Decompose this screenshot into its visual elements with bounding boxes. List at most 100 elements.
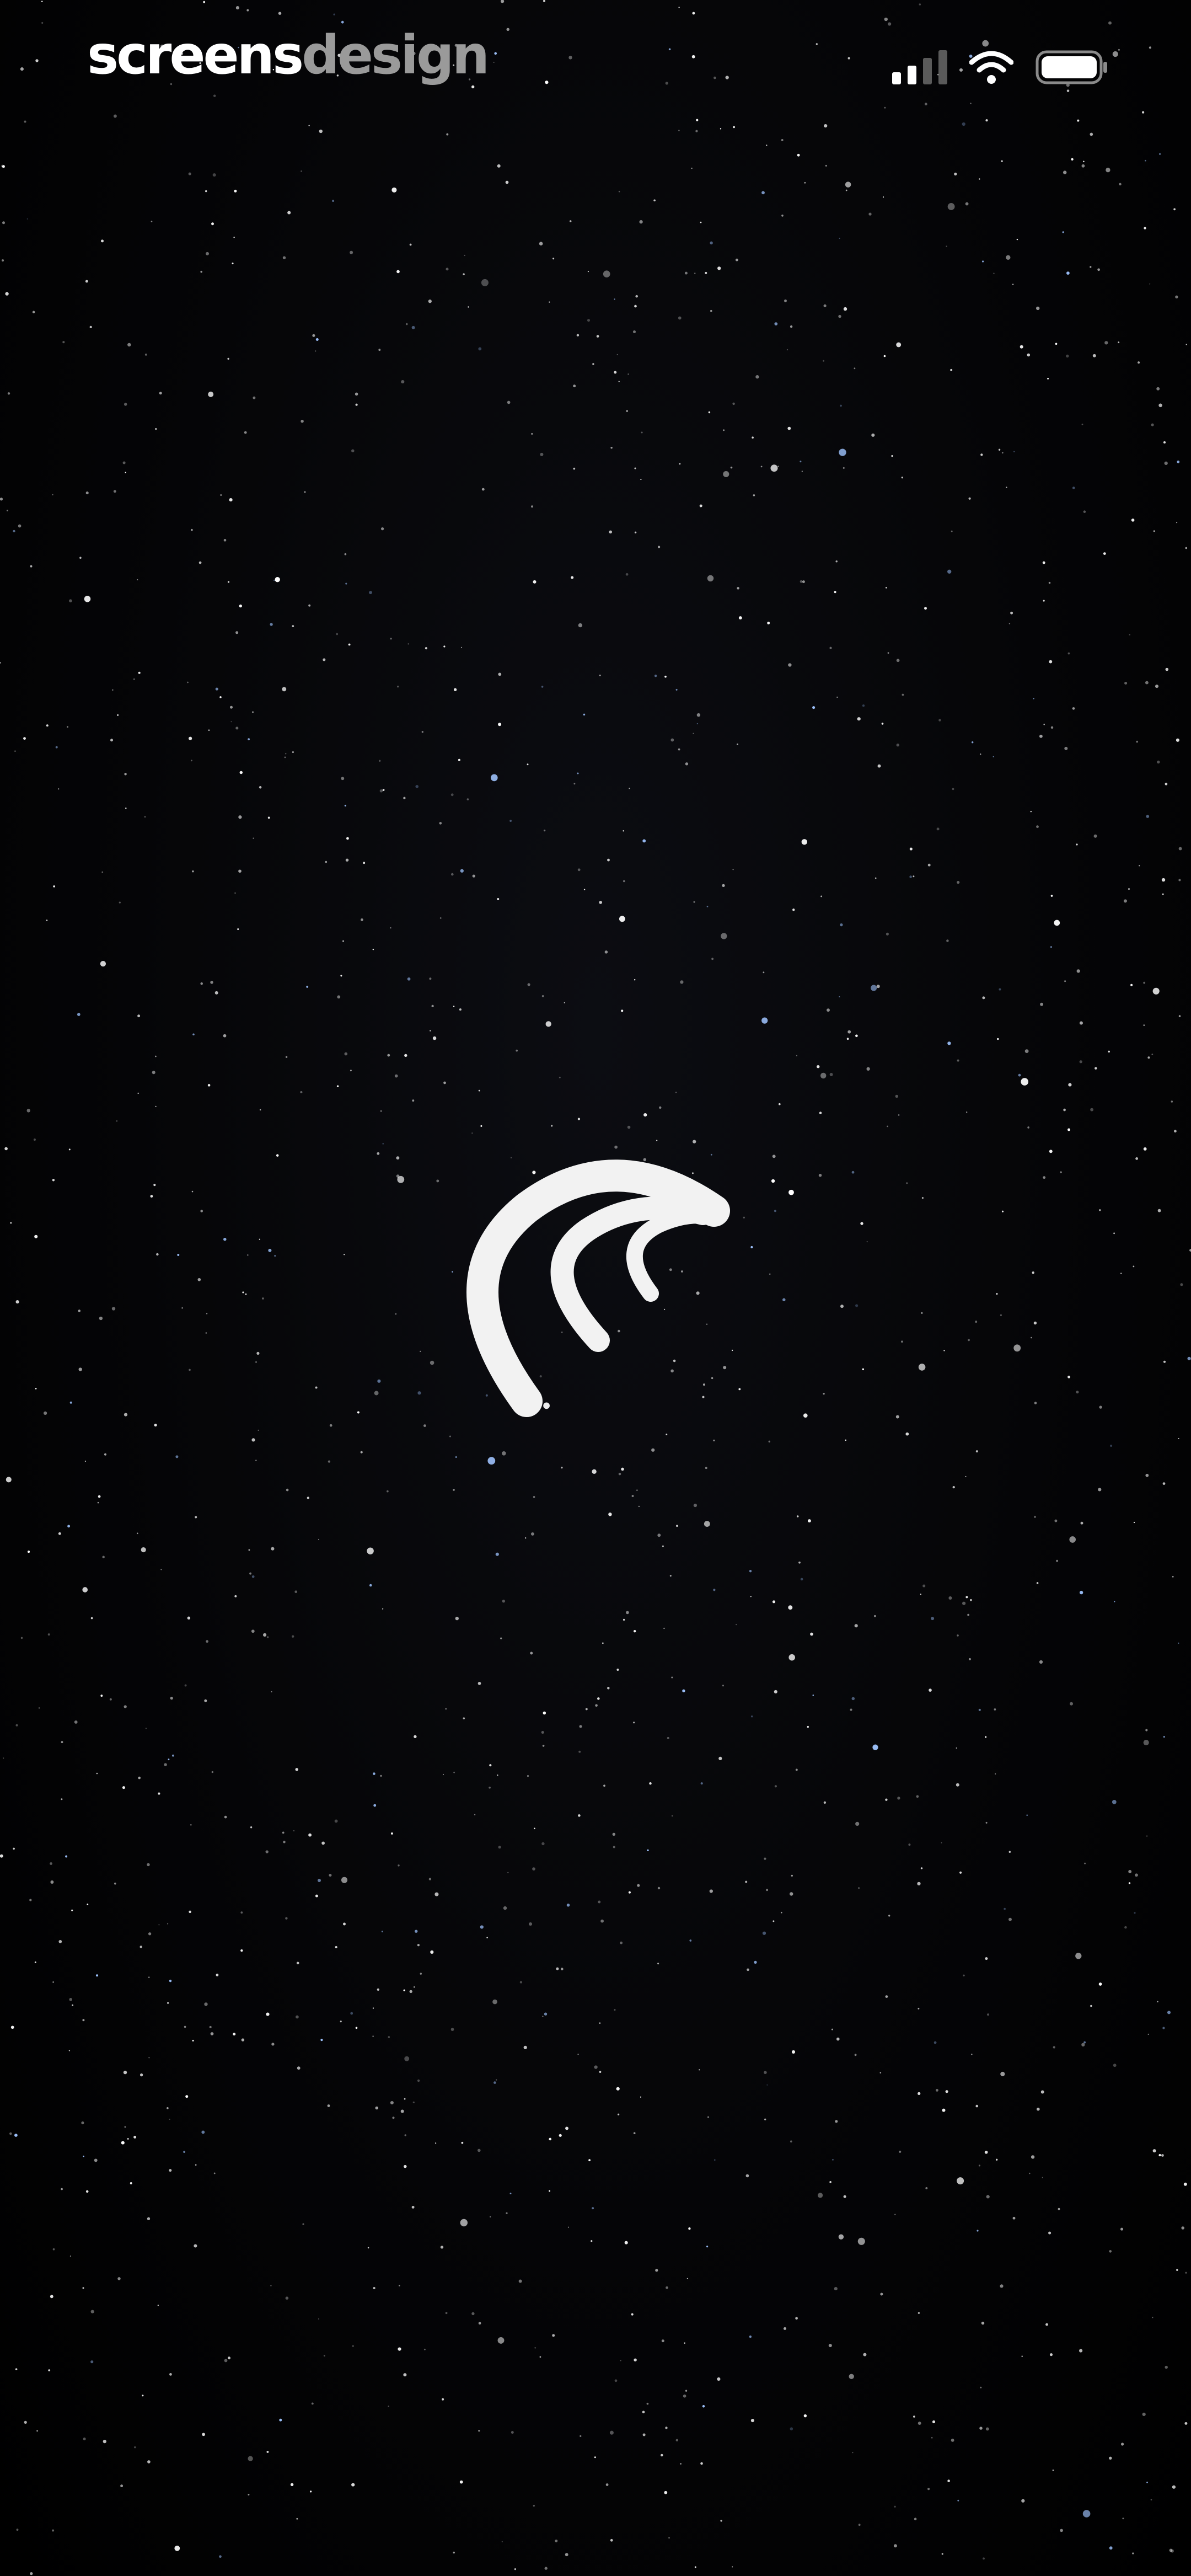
star [542, 1745, 545, 1747]
star [623, 880, 625, 883]
star [723, 471, 729, 478]
star [596, 335, 599, 338]
star [321, 1841, 325, 1845]
star [760, 466, 763, 468]
star [1157, 760, 1160, 764]
star [329, 1424, 332, 1427]
star [733, 126, 735, 129]
watermark-part-screens: screens [87, 24, 304, 86]
star [952, 788, 954, 790]
star [224, 1815, 227, 1819]
star [210, 2032, 214, 2035]
star [206, 1640, 208, 1643]
star [215, 687, 218, 691]
star [124, 403, 127, 406]
star [977, 2230, 979, 2232]
star [566, 1904, 570, 1907]
star [1135, 1157, 1139, 1160]
star [9, 2132, 12, 2135]
star [718, 1756, 722, 1760]
star [686, 2278, 688, 2280]
star [555, 2539, 558, 2542]
star [551, 1125, 553, 1127]
star [922, 1584, 926, 1588]
star [134, 2446, 136, 2449]
star [1163, 441, 1166, 444]
star [329, 1874, 332, 1877]
star [600, 1919, 604, 1923]
star [434, 1892, 439, 1896]
star [800, 461, 802, 463]
star [405, 323, 408, 325]
star [790, 325, 793, 328]
star [496, 2079, 497, 2081]
star [662, 1545, 664, 1547]
star [380, 527, 384, 531]
star [629, 788, 630, 789]
star [306, 985, 309, 988]
star [450, 793, 454, 797]
star [710, 309, 712, 312]
star [463, 273, 465, 275]
star [15, 1724, 18, 1727]
star [16, 2529, 19, 2531]
star [1185, 2272, 1187, 2274]
star [840, 404, 842, 407]
star [749, 1570, 752, 1573]
star [609, 530, 612, 534]
star [894, 2505, 896, 2508]
star [902, 693, 904, 696]
star [834, 591, 836, 594]
star [235, 631, 239, 634]
star [534, 2347, 536, 2349]
star [1084, 1862, 1086, 1864]
star [216, 1973, 219, 1976]
star [823, 1393, 825, 1395]
star [286, 1488, 289, 1492]
star [577, 868, 581, 872]
star [342, 940, 344, 942]
star [171, 1754, 174, 1757]
star [90, 2360, 94, 2364]
star [200, 982, 203, 985]
star [1118, 341, 1120, 344]
star [803, 2414, 807, 2418]
star [1013, 451, 1015, 453]
star [829, 646, 832, 649]
star [460, 869, 464, 873]
star [30, 565, 33, 568]
star [167, 2002, 169, 2004]
star [594, 2065, 598, 2069]
star [855, 1821, 860, 1826]
star [934, 2041, 937, 2044]
star [609, 2430, 614, 2435]
star [938, 719, 941, 722]
star [705, 271, 707, 274]
star [235, 726, 239, 730]
star [1049, 660, 1053, 664]
star [999, 988, 1001, 991]
star [267, 816, 270, 819]
star [125, 807, 127, 809]
star [224, 2359, 228, 2363]
star [899, 2150, 902, 2153]
star [223, 1237, 227, 1241]
star [99, 1316, 103, 1321]
star [46, 724, 49, 727]
star [998, 448, 1001, 451]
star [397, 1175, 405, 1183]
star [1049, 2353, 1053, 2356]
star [1143, 1740, 1149, 1746]
star [883, 355, 886, 357]
star [624, 2241, 628, 2244]
star [1184, 2422, 1188, 2425]
star [388, 2406, 389, 2407]
star [965, 1476, 967, 1477]
star [77, 1013, 81, 1016]
star [214, 991, 218, 995]
star [752, 436, 754, 439]
star [382, 1608, 384, 1610]
star [204, 1699, 207, 1702]
star [127, 2138, 129, 2140]
star [177, 1254, 180, 1256]
